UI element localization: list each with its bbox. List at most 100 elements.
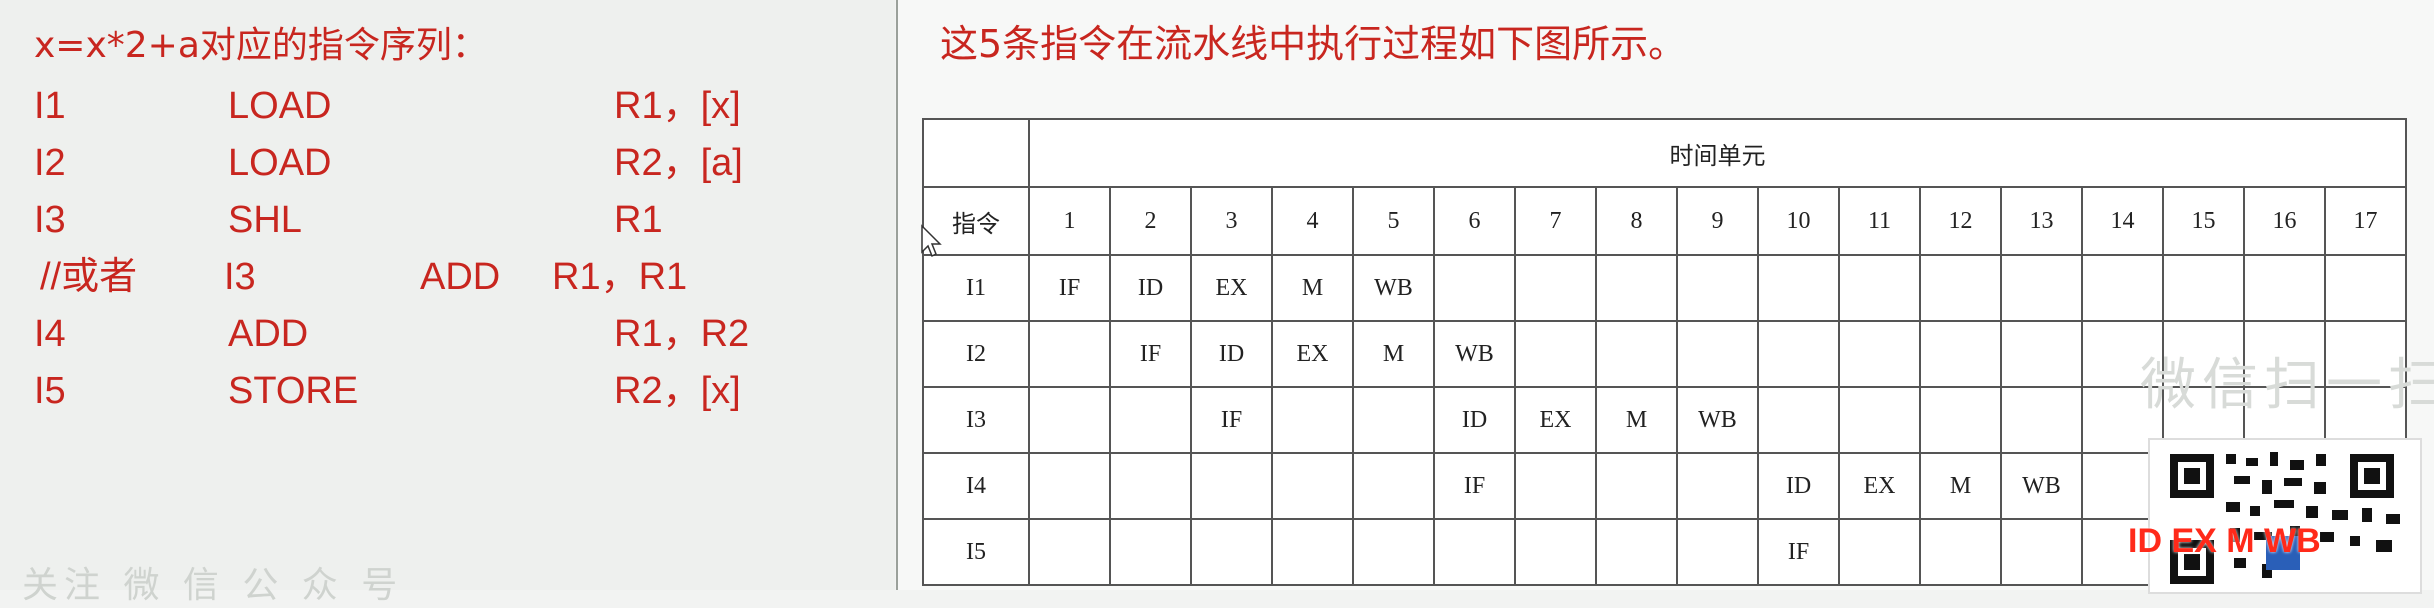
- stage-cell: [1190, 518, 1273, 586]
- sequence-title: x=x*2+a对应的指令序列：: [34, 25, 488, 66]
- stage-cell: WB: [1676, 386, 1759, 454]
- instr-name: I3: [34, 199, 66, 241]
- stage-cell: IF: [1190, 386, 1273, 454]
- corner-cell: [922, 118, 1030, 188]
- row-instruction-label: I1: [922, 254, 1030, 322]
- table-time-row: 指令 1 2 3 4 5 6 7 8 9 10 11 12 13 14 15 16 17: [922, 186, 2407, 256]
- stage-cell: WB: [1433, 320, 1516, 388]
- row-instruction-label: I5: [922, 518, 1030, 586]
- stage-cell: EX: [1514, 386, 1597, 454]
- stage-cell: [1919, 518, 2002, 586]
- time-unit-cell: 9: [1676, 186, 1759, 256]
- stage-cell: [1271, 386, 1354, 454]
- stage-cell: [1595, 518, 1678, 586]
- stage-cell: [1595, 320, 1678, 388]
- instr-name: I2: [34, 142, 66, 184]
- time-unit-cell: 12: [1919, 186, 2002, 256]
- stage-cell: [2000, 254, 2083, 322]
- stage-cell: [1028, 452, 1111, 520]
- time-unit-cell: 1: [1028, 186, 1111, 256]
- stage-cell: [2324, 254, 2407, 322]
- instr-name: I1: [34, 85, 66, 127]
- stage-cell: [2162, 254, 2245, 322]
- stage-cell: IF: [1109, 320, 1192, 388]
- time-unit-cell: 6: [1433, 186, 1516, 256]
- stage-cell: [1757, 320, 1840, 388]
- instr-name: I4: [34, 313, 66, 355]
- time-unit-cell: 5: [1352, 186, 1435, 256]
- instr-args: R1: [614, 199, 663, 241]
- time-unit-cell: 8: [1595, 186, 1678, 256]
- stage-cell: IF: [1757, 518, 1840, 586]
- stage-cell: M: [1271, 254, 1354, 322]
- instr-args: R1，[x]: [614, 85, 741, 127]
- stage-cell: [1109, 518, 1192, 586]
- stage-cell: [1352, 452, 1435, 520]
- instr-op: SHL: [228, 199, 302, 241]
- instr-op: LOAD: [228, 142, 332, 184]
- stage-cell: [1028, 518, 1111, 586]
- stage-cell: ID: [1190, 320, 1273, 388]
- row-instruction-label: I2: [922, 320, 1030, 388]
- faded-footer-text: 关注 微 信 公 众 号: [22, 565, 404, 606]
- instr-args: R1，R2: [614, 313, 750, 355]
- time-unit-cell: 13: [2000, 186, 2083, 256]
- stage-cell: [1919, 386, 2002, 454]
- qr-code-icon: [2150, 440, 2420, 592]
- alt-comment: //或者: [40, 256, 138, 298]
- stage-cell: [1838, 320, 1921, 388]
- mouse-pointer-icon: [921, 224, 942, 258]
- stage-cell: M: [1595, 386, 1678, 454]
- stage-cell: [1028, 320, 1111, 388]
- stage-cell: WB: [2000, 452, 2083, 520]
- stage-cell: [2000, 320, 2083, 388]
- stage-cell: [1757, 386, 1840, 454]
- alt-op: ADD: [420, 256, 501, 298]
- stage-cell: EX: [1190, 254, 1273, 322]
- time-unit-cell: 14: [2081, 186, 2164, 256]
- time-unit-cell: 16: [2243, 186, 2326, 256]
- stage-cell: [2000, 518, 2083, 586]
- stage-cell: [2000, 386, 2083, 454]
- table-group-header-row: 时间单元: [922, 118, 2407, 188]
- stage-cell: [1271, 452, 1354, 520]
- stage-cell: ID: [1433, 386, 1516, 454]
- instr-name: I5: [34, 370, 66, 412]
- instr-args: R2，[x]: [614, 370, 741, 412]
- pipeline-title: 这5条指令在流水线中执行过程如下图所示。: [940, 22, 1687, 66]
- stage-cell: [1271, 518, 1354, 586]
- stage-cell: [1838, 254, 1921, 322]
- stage-cell: EX: [1271, 320, 1354, 388]
- instr-op: LOAD: [228, 85, 332, 127]
- stage-cell: [1676, 452, 1759, 520]
- stage-cell: [1919, 320, 2002, 388]
- left-panel: x=x*2+a对应的指令序列： I1 LOAD R1，[x] I2 LOAD R…: [0, 0, 895, 606]
- stage-cell: [1676, 320, 1759, 388]
- stage-cell: M: [1919, 452, 2002, 520]
- stage-cell: [1433, 254, 1516, 322]
- time-unit-cell: 17: [2324, 186, 2407, 256]
- stage-cell: [1595, 452, 1678, 520]
- stage-cell: [1676, 254, 1759, 322]
- stage-cell: [1838, 518, 1921, 586]
- stage-cell: [2081, 254, 2164, 322]
- row-instruction-label: I3: [922, 386, 1030, 454]
- stage-cell: ID: [1757, 452, 1840, 520]
- alt-args: R1，R1: [552, 256, 688, 298]
- time-unit-cell: 7: [1514, 186, 1597, 256]
- stage-cell: [1433, 518, 1516, 586]
- instr-op: ADD: [228, 313, 309, 355]
- time-unit-cell: 3: [1190, 186, 1273, 256]
- alt-name: I3: [224, 256, 256, 298]
- time-unit-header: 时间单元: [1028, 118, 2407, 188]
- stage-cell: [1757, 254, 1840, 322]
- stage-cell: ID: [1109, 254, 1192, 322]
- stage-cell: WB: [1352, 254, 1435, 322]
- stage-cell: [1109, 386, 1192, 454]
- table-row: I1 IF ID EX M WB: [922, 254, 2407, 322]
- stage-cell: [1190, 452, 1273, 520]
- stage-cell: M: [1352, 320, 1435, 388]
- time-unit-cell: 11: [1838, 186, 1921, 256]
- time-unit-cell: 2: [1109, 186, 1192, 256]
- stage-cell: [1595, 254, 1678, 322]
